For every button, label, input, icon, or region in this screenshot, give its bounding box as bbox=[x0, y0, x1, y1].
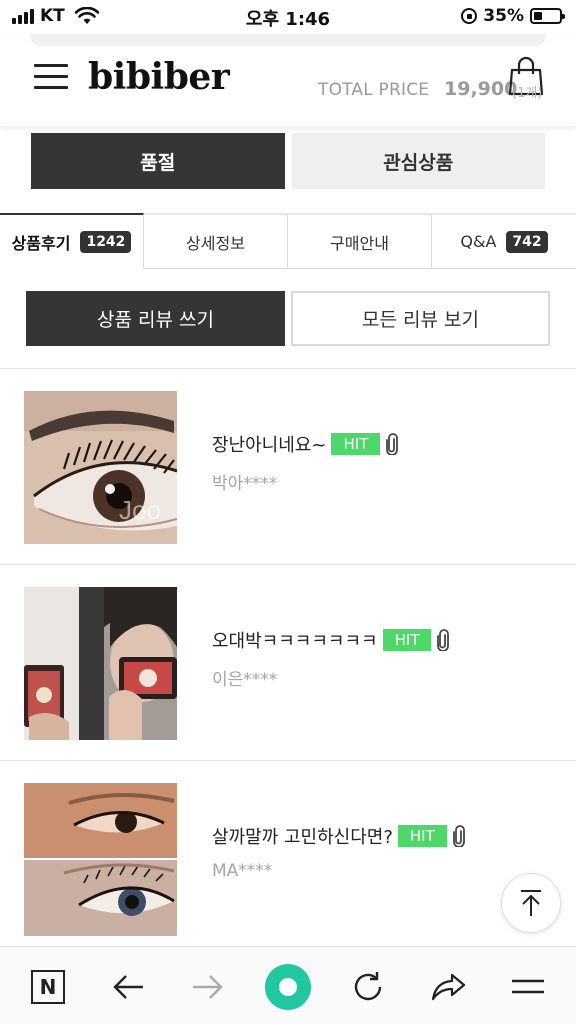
tab-reviews[interactable]: 상품후기 1242 bbox=[0, 213, 144, 269]
review-item[interactable]: 살까말까 고민하신다면? HIT MA**** bbox=[0, 761, 576, 957]
review-item[interactable]: Joo 장난아니네요~ HIT 박아**** bbox=[0, 369, 576, 565]
refresh-icon bbox=[354, 972, 382, 1001]
status-bar: KT 오후 1:46 35% bbox=[0, 0, 576, 34]
share-icon bbox=[431, 973, 466, 1001]
all-reviews-button[interactable]: 모든 리뷰 보기 bbox=[291, 291, 550, 346]
hit-badge: HIT bbox=[382, 628, 432, 652]
back-button[interactable] bbox=[108, 967, 148, 1007]
review-author: 박아**** bbox=[212, 474, 278, 494]
product-tabs: 상품후기 1242 상세정보 구매안내 Q&A 742 bbox=[0, 213, 576, 269]
forward-button[interactable] bbox=[188, 967, 228, 1007]
review-item[interactable]: 오대박ㅋㅋㅋㅋㅋㅋㅋ HIT 이은**** bbox=[0, 565, 576, 761]
menu-icon bbox=[512, 979, 544, 994]
rotation-lock-icon bbox=[461, 8, 478, 24]
back-arrow-icon bbox=[113, 975, 143, 999]
refresh-button[interactable] bbox=[348, 967, 388, 1007]
wishlist-button[interactable]: 관심상품 bbox=[291, 133, 545, 189]
review-thumbnail[interactable] bbox=[24, 587, 177, 740]
hit-badge: HIT bbox=[331, 432, 381, 456]
site-header: bibiber TOTAL PRICE 19,900 (1개) bbox=[0, 34, 576, 126]
product-actions: 품절 관심상품 bbox=[31, 133, 545, 189]
naver-home-button[interactable]: N bbox=[28, 967, 68, 1007]
review-thumbnail[interactable] bbox=[24, 783, 177, 936]
review-list: Joo 장난아니네요~ HIT 박아**** 오대박ㅋㅋㅋㅋㅋㅋㅋ HIT 이은… bbox=[0, 368, 576, 957]
hamburger-icon[interactable] bbox=[34, 64, 68, 90]
arrow-up-icon bbox=[521, 890, 541, 916]
tab-details[interactable]: 상세정보 bbox=[144, 215, 288, 269]
header-pill bbox=[30, 34, 546, 46]
review-author: 이은**** bbox=[212, 670, 278, 690]
tab-qna[interactable]: Q&A 742 bbox=[432, 215, 576, 269]
tab-label: 구매안내 bbox=[330, 233, 389, 253]
menu-button[interactable] bbox=[508, 967, 548, 1007]
tab-purchase-info[interactable]: 구매안내 bbox=[288, 215, 432, 269]
naver-n-icon: N bbox=[31, 970, 65, 1004]
svg-text:Joo: Joo bbox=[119, 495, 161, 525]
share-button[interactable] bbox=[428, 967, 468, 1007]
review-author: MA**** bbox=[212, 861, 273, 881]
total-price-value: 19,900 bbox=[444, 78, 518, 100]
battery-percent: 35% bbox=[483, 6, 524, 26]
tab-label: 상세정보 bbox=[186, 233, 245, 253]
review-title-row: 장난아니네요~ HIT bbox=[212, 431, 399, 457]
tab-label: 상품후기 bbox=[11, 234, 71, 253]
review-title[interactable]: 살까말까 고민하신다면? bbox=[212, 823, 393, 849]
write-review-button[interactable]: 상품 리뷰 쓰기 bbox=[26, 291, 285, 346]
battery-icon bbox=[530, 8, 565, 24]
review-title-row: 살까말까 고민하신다면? HIT bbox=[212, 823, 466, 849]
total-price-label: TOTAL PRICE bbox=[318, 80, 430, 100]
paperclip-icon bbox=[386, 433, 399, 455]
site-logo[interactable]: bibiber bbox=[88, 56, 230, 98]
home-circle-button[interactable] bbox=[265, 964, 311, 1010]
home-circle-icon bbox=[265, 964, 311, 1010]
hit-badge: HIT bbox=[397, 824, 447, 848]
forward-arrow-icon bbox=[193, 975, 223, 999]
paperclip-icon bbox=[452, 825, 465, 847]
review-count-badge: 1242 bbox=[80, 231, 132, 253]
status-right: 35% bbox=[461, 6, 565, 26]
browser-toolbar: N bbox=[0, 946, 576, 1024]
review-title[interactable]: 장난아니네요~ bbox=[212, 431, 326, 457]
cart-count: (1개) bbox=[512, 86, 543, 101]
paperclip-icon bbox=[437, 629, 450, 651]
qna-count-badge: 742 bbox=[506, 230, 548, 253]
tab-label: Q&A bbox=[460, 232, 497, 251]
scroll-top-button[interactable] bbox=[501, 873, 561, 933]
review-thumbnail[interactable]: Joo bbox=[24, 391, 177, 544]
review-title[interactable]: 오대박ㅋㅋㅋㅋㅋㅋㅋ bbox=[212, 627, 378, 653]
review-title-row: 오대박ㅋㅋㅋㅋㅋㅋㅋ HIT bbox=[212, 627, 450, 653]
review-actions: 상품 리뷰 쓰기 모든 리뷰 보기 bbox=[26, 291, 550, 346]
soldout-button[interactable]: 품절 bbox=[31, 133, 285, 189]
